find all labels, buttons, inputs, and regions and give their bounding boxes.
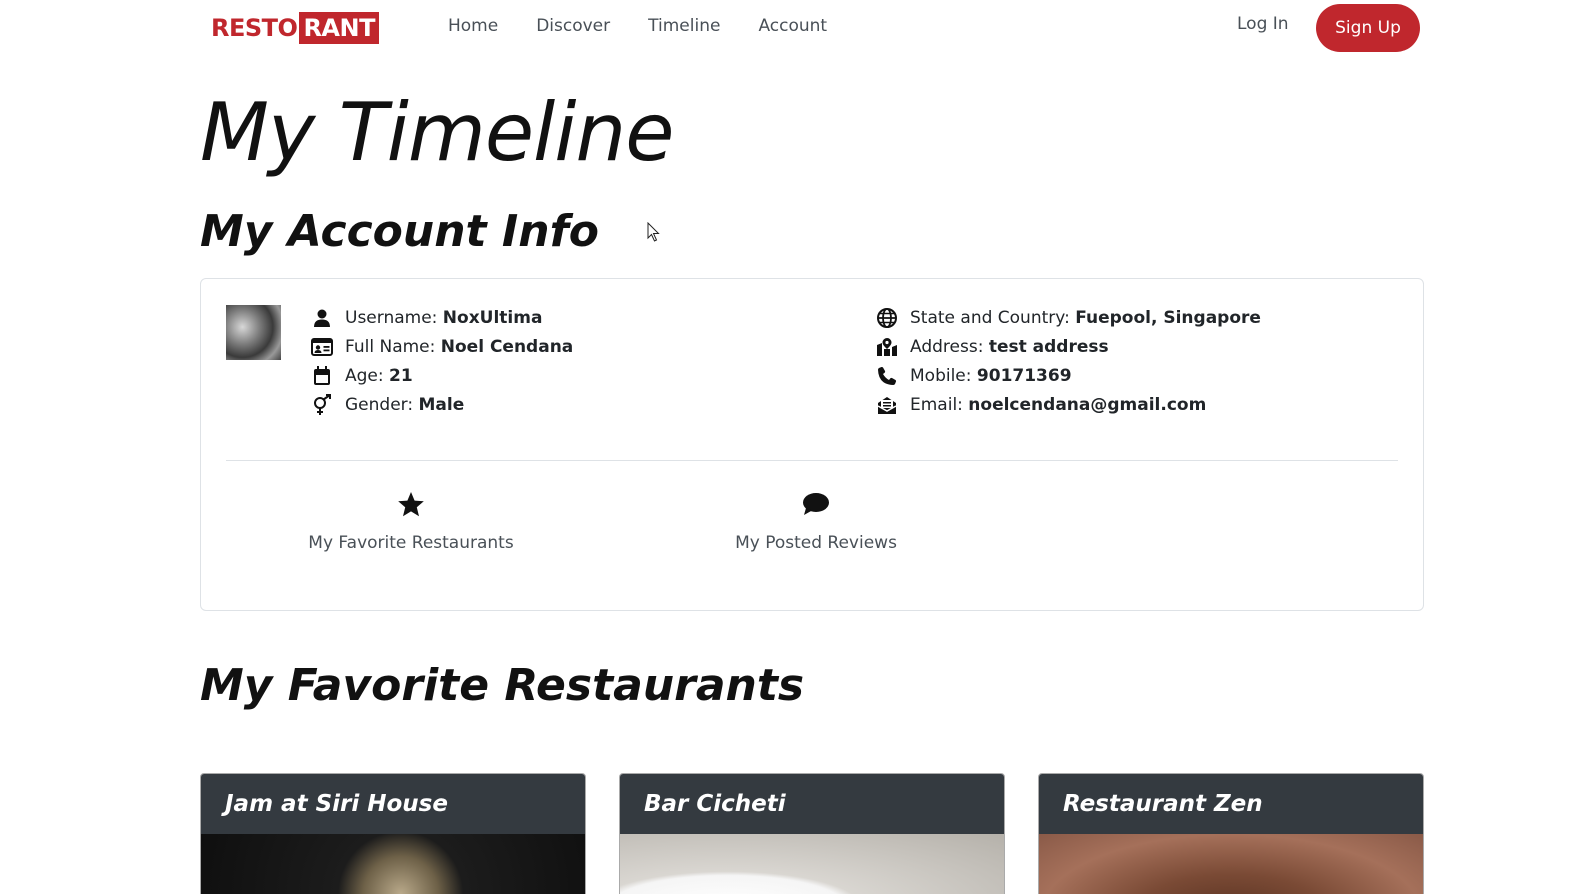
id-card-icon — [311, 336, 333, 358]
restaurant-card[interactable]: Jam at Siri House — [200, 773, 586, 894]
globe-icon — [876, 307, 898, 329]
account-info-card: Username: NoxUltima Full Name: Noel Cend… — [200, 278, 1424, 611]
restaurant-card-title: Jam at Siri House — [201, 774, 585, 834]
info-mobile: Mobile: 90171369 — [876, 361, 1261, 390]
phone-icon — [876, 365, 898, 387]
restaurant-image — [201, 834, 585, 894]
nav-link-discover[interactable]: Discover — [536, 16, 610, 36]
info-email: Email: noelcendana@gmail.com — [876, 390, 1261, 419]
location-value: Fuepool, Singapore — [1075, 307, 1261, 328]
gender-icon — [311, 393, 333, 416]
gender-value: Male — [418, 394, 465, 415]
nav-link-timeline[interactable]: Timeline — [648, 16, 720, 36]
account-info-left: Username: NoxUltima Full Name: Noel Cend… — [311, 303, 573, 419]
logo-text-rant: RANT — [299, 12, 379, 44]
restaurant-image — [620, 834, 1004, 894]
restaurant-image — [1039, 834, 1423, 894]
logo-text-resto: RESTO — [211, 14, 298, 42]
map-location-icon — [876, 336, 898, 358]
card-divider — [226, 460, 1398, 461]
info-age: Age: 21 — [311, 361, 573, 390]
username-value: NoxUltima — [442, 307, 543, 328]
address-value: test address — [988, 336, 1109, 357]
restaurant-card[interactable]: Bar Cicheti — [619, 773, 1005, 894]
info-gender: Gender: Male — [311, 390, 573, 419]
mobile-label: Mobile: — [910, 365, 977, 386]
age-value: 21 — [389, 365, 413, 386]
mobile-value: 90171369 — [976, 365, 1072, 386]
login-link[interactable]: Log In — [1237, 14, 1289, 34]
info-fullname: Full Name: Noel Cendana — [311, 332, 573, 361]
info-location: State and Country: Fuepool, Singapore — [876, 303, 1261, 332]
favorite-restaurants-label: My Favorite Restaurants — [308, 533, 514, 553]
age-label: Age: — [345, 365, 390, 386]
calendar-icon — [311, 365, 333, 387]
restorant-logo[interactable]: RESTO RANT — [209, 12, 379, 44]
favorite-restaurants-heading: My Favorite Restaurants — [200, 660, 805, 711]
nav-links: Home Discover Timeline Account — [448, 16, 865, 36]
signup-button[interactable]: Sign Up — [1316, 4, 1420, 52]
account-info-heading: My Account Info — [200, 206, 599, 257]
info-address: Address: test address — [876, 332, 1261, 361]
star-icon — [397, 489, 425, 519]
nav-link-account[interactable]: Account — [758, 16, 827, 36]
fullname-label: Full Name: — [345, 336, 441, 357]
page-title: My Timeline — [200, 86, 674, 179]
address-label: Address: — [910, 336, 989, 357]
nav-link-home[interactable]: Home — [448, 16, 498, 36]
user-icon — [311, 307, 333, 329]
restaurant-card-title: Bar Cicheti — [620, 774, 1004, 834]
navbar: RESTO RANT Home Discover Timeline Accoun… — [0, 0, 1594, 56]
gender-label: Gender: — [345, 394, 419, 415]
posted-reviews-link[interactable]: My Posted Reviews — [735, 489, 897, 553]
comment-icon — [802, 489, 830, 519]
avatar — [226, 305, 281, 360]
mouse-cursor-icon — [647, 222, 660, 242]
restaurant-card-title: Restaurant Zen — [1039, 774, 1423, 834]
email-value: noelcendana@gmail.com — [968, 394, 1207, 415]
email-label: Email: — [910, 394, 969, 415]
location-label: State and Country: — [910, 307, 1076, 328]
envelope-icon — [876, 394, 898, 416]
restaurant-card[interactable]: Restaurant Zen — [1038, 773, 1424, 894]
account-info-right: State and Country: Fuepool, Singapore Ad… — [876, 303, 1261, 419]
favorite-restaurants-link[interactable]: My Favorite Restaurants — [308, 489, 514, 553]
posted-reviews-label: My Posted Reviews — [735, 533, 897, 553]
info-username: Username: NoxUltima — [311, 303, 573, 332]
username-label: Username: — [345, 307, 443, 328]
fullname-value: Noel Cendana — [440, 336, 574, 357]
